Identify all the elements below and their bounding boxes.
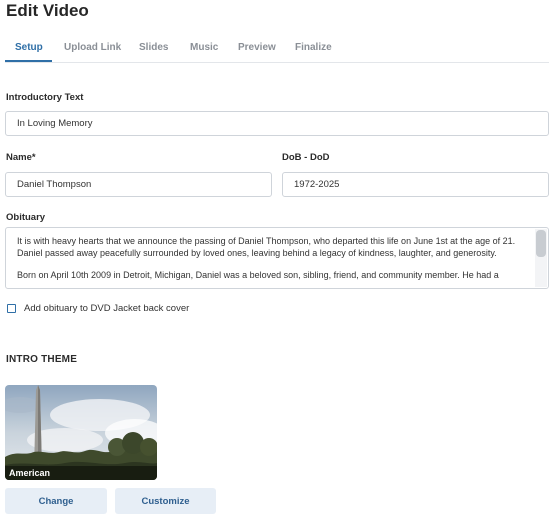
name-label: Name*	[6, 152, 36, 163]
obituary-label: Obituary	[6, 212, 46, 223]
intro-theme-heading: INTRO THEME	[6, 354, 78, 365]
dvd-jacket-checkbox-row[interactable]: Add obituary to DVD Jacket back cover	[7, 303, 189, 314]
intro-text-label: Introductory Text	[6, 92, 84, 103]
page-title: Edit Video	[6, 1, 89, 20]
name-input[interactable]	[5, 172, 272, 197]
dvd-jacket-checkbox[interactable]	[7, 304, 16, 313]
dvd-jacket-checkbox-label: Add obituary to DVD Jacket back cover	[24, 303, 190, 314]
obituary-paragraph: It is with heavy hearts that we announce…	[17, 236, 516, 258]
change-theme-button[interactable]: Change	[5, 488, 107, 514]
active-tab-indicator	[5, 60, 52, 62]
intro-text-input[interactable]	[5, 111, 549, 136]
tab-upload-link[interactable]: Upload Link	[64, 42, 121, 53]
tab-slides[interactable]: Slides	[139, 42, 168, 53]
obituary-textarea[interactable]: It is with heavy hearts that we announce…	[5, 227, 549, 289]
dates-label: DoB - DoD	[282, 152, 330, 163]
tab-preview[interactable]: Preview	[238, 42, 276, 53]
intro-theme-thumbnail[interactable]: American	[5, 385, 157, 480]
dates-input[interactable]	[282, 172, 549, 197]
tab-music[interactable]: Music	[190, 42, 218, 53]
tab-bar: Setup Upload Link Slides Music Preview F…	[5, 34, 549, 63]
tab-setup[interactable]: Setup	[15, 42, 43, 53]
tab-finalize[interactable]: Finalize	[295, 42, 332, 53]
customize-theme-button[interactable]: Customize	[115, 488, 216, 514]
obituary-paragraph: Born on April 10th 2009 in Detroit, Mich…	[17, 270, 499, 280]
theme-name-caption: American	[5, 466, 157, 480]
obituary-text: It is with heavy hearts that we announce…	[17, 236, 523, 288]
obituary-scrollbar-thumb[interactable]	[536, 230, 546, 257]
